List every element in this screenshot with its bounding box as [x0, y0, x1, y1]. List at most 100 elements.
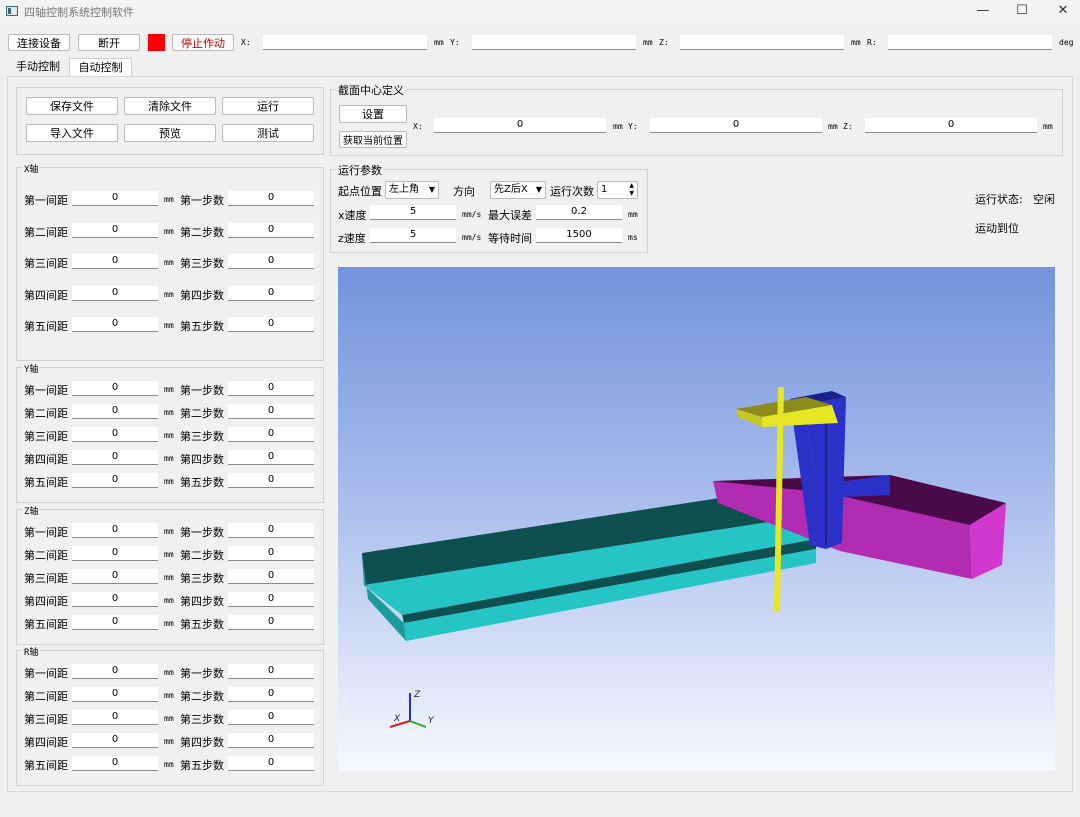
distance-label: 第二间距: [24, 549, 68, 562]
motion-status: 运动到位: [975, 222, 1019, 235]
r-unit: deg: [1059, 38, 1074, 47]
step-label: 第四步数: [180, 288, 224, 302]
step-field[interactable]: 0: [228, 523, 314, 538]
wait-time-field[interactable]: 1500: [536, 228, 622, 243]
axis-x-label: X: [393, 714, 401, 724]
distance-unit: mm: [164, 573, 174, 582]
step-field[interactable]: 0: [228, 427, 314, 442]
get-current-position-button[interactable]: 获取当前位置: [339, 131, 407, 148]
distance-unit: mm: [164, 619, 174, 628]
3d-viewport[interactable]: Z Y X: [338, 267, 1055, 771]
center-x-field[interactable]: 0: [434, 118, 606, 133]
step-field[interactable]: 0: [228, 317, 314, 332]
import-file-button[interactable]: 导入文件: [26, 124, 118, 142]
distance-label: 第三间距: [24, 572, 68, 585]
center-z-field[interactable]: 0: [865, 118, 1037, 133]
chevron-down-icon: ▼: [535, 185, 542, 194]
distance-label: 第三间距: [24, 257, 68, 270]
x-speed-field[interactable]: 5: [370, 205, 456, 220]
distance-field[interactable]: 0: [72, 317, 158, 332]
step-field[interactable]: 0: [228, 664, 314, 679]
distance-label: 第一间距: [24, 667, 68, 680]
spin-arrows-icon[interactable]: ▲ ▼: [629, 182, 634, 198]
direction-value: 先Z后X: [494, 184, 528, 195]
distance-field[interactable]: 0: [72, 592, 158, 607]
x-position-field[interactable]: [263, 35, 427, 50]
distance-field[interactable]: 0: [72, 546, 158, 561]
distance-field[interactable]: 0: [72, 615, 158, 630]
r-position-field[interactable]: [888, 35, 1052, 50]
distance-field[interactable]: 0: [72, 687, 158, 702]
step-field[interactable]: 0: [228, 687, 314, 702]
set-button[interactable]: 设置: [339, 105, 407, 123]
step-field[interactable]: 0: [228, 404, 314, 419]
run-params-title: 运行参数: [336, 162, 384, 178]
step-label: 第二步数: [180, 407, 224, 420]
center-y-field[interactable]: 0: [650, 118, 822, 133]
distance-field[interactable]: 0: [72, 473, 158, 488]
step-field[interactable]: 0: [228, 450, 314, 465]
distance-field[interactable]: 0: [72, 664, 158, 679]
distance-field[interactable]: 0: [72, 756, 158, 771]
step-label: 第二步数: [180, 549, 224, 562]
step-label: 第三步数: [180, 713, 224, 726]
distance-field[interactable]: 0: [72, 381, 158, 396]
distance-field[interactable]: 0: [72, 710, 158, 725]
app-icon: [6, 6, 18, 16]
test-button[interactable]: 测试: [222, 124, 314, 142]
step-field[interactable]: 0: [228, 473, 314, 488]
distance-unit: mm: [164, 596, 174, 605]
distance-field[interactable]: 0: [72, 523, 158, 538]
step-field[interactable]: 0: [228, 592, 314, 607]
distance-field[interactable]: 0: [72, 285, 158, 301]
step-field[interactable]: 0: [228, 381, 314, 396]
axis-group-title: X轴: [22, 162, 41, 175]
z-position-field[interactable]: [680, 35, 844, 50]
tab-auto-control[interactable]: 自动控制: [69, 58, 132, 76]
connect-device-button[interactable]: 连接设备: [8, 34, 70, 51]
run-count-spinbox[interactable]: 1 ▲ ▼: [597, 181, 638, 199]
distance-field[interactable]: 0: [72, 733, 158, 748]
clear-file-button[interactable]: 清除文件: [124, 97, 216, 115]
step-field[interactable]: 0: [228, 569, 314, 584]
max-error-field[interactable]: 0.2: [536, 205, 622, 220]
stop-action-button[interactable]: 停止作动: [172, 34, 234, 51]
step-field[interactable]: 0: [228, 733, 314, 748]
preview-button[interactable]: 预览: [124, 124, 216, 142]
axis-group-title: Y轴: [22, 362, 41, 375]
step-field[interactable]: 0: [228, 191, 314, 206]
step-field[interactable]: 0: [228, 756, 314, 771]
y-position-field[interactable]: [472, 35, 636, 50]
distance-field[interactable]: 0: [72, 222, 158, 238]
step-field[interactable]: 0: [228, 546, 314, 561]
distance-field[interactable]: 0: [72, 569, 158, 584]
save-file-button[interactable]: 保存文件: [26, 97, 118, 115]
z-speed-field[interactable]: 5: [370, 228, 456, 243]
distance-label: 第五间距: [24, 320, 68, 333]
distance-field[interactable]: 0: [72, 427, 158, 442]
distance-field[interactable]: 0: [72, 404, 158, 419]
step-field[interactable]: 0: [228, 222, 314, 238]
run-button[interactable]: 运行: [222, 97, 314, 115]
distance-field[interactable]: 0: [72, 254, 158, 269]
distance-field[interactable]: 0: [72, 191, 158, 206]
distance-unit: mm: [164, 760, 174, 769]
status-indicator: [148, 34, 165, 51]
distance-unit: mm: [164, 527, 174, 536]
step-label: 第一步数: [180, 194, 224, 207]
start-position-select[interactable]: 左上角 ▼: [385, 181, 439, 199]
close-button[interactable]: ✕: [1040, 0, 1080, 24]
maximize-button[interactable]: ☐: [999, 0, 1045, 24]
step-field[interactable]: 0: [228, 710, 314, 725]
disconnect-button[interactable]: 断开: [78, 34, 140, 51]
direction-select[interactable]: 先Z后X ▼: [490, 181, 546, 199]
r-label: R:: [867, 38, 877, 47]
distance-unit: mm: [164, 714, 174, 723]
step-field[interactable]: 0: [228, 615, 314, 630]
distance-field[interactable]: 0: [72, 450, 158, 465]
distance-unit: mm: [164, 454, 174, 463]
step-field[interactable]: 0: [228, 285, 314, 301]
tab-manual-control[interactable]: 手动控制: [8, 58, 68, 76]
step-label: 第四步数: [180, 736, 224, 749]
step-field[interactable]: 0: [228, 254, 314, 269]
